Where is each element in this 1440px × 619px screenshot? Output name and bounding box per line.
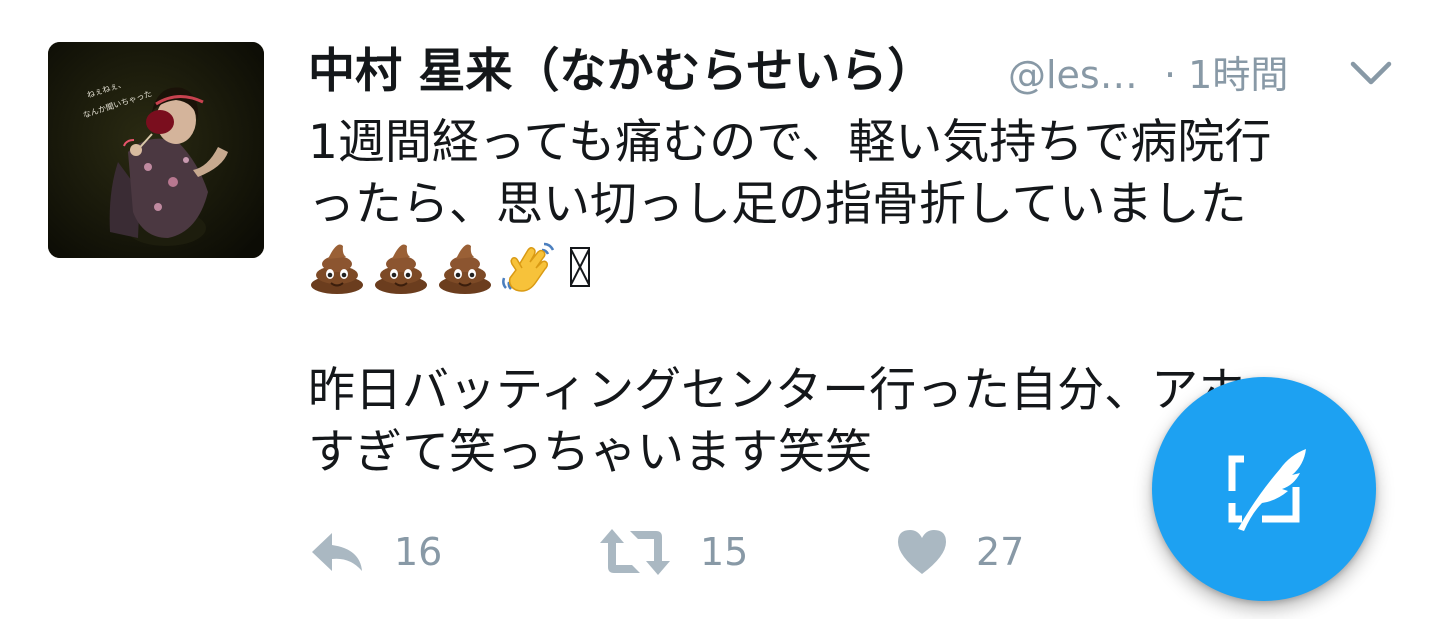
user-handle[interactable]: @les… <box>1008 50 1138 100</box>
pile-of-poo-icon <box>311 244 363 294</box>
pile-of-poo-icon <box>375 244 427 294</box>
compose-feather-icon <box>1228 449 1306 531</box>
tweet-header: 中村 星来（なかむらせいら） @les… · 1時間 <box>308 40 1418 110</box>
emoji-row <box>308 236 1388 298</box>
compose-tweet-button[interactable] <box>1152 377 1376 601</box>
tweet-actions: 16 15 27 <box>308 524 1208 580</box>
heart-icon <box>898 530 946 574</box>
reply-count: 16 <box>394 530 443 574</box>
display-name[interactable]: 中村 星来（なかむらせいら） <box>308 40 934 104</box>
missing-glyph-icon <box>570 247 590 287</box>
reply-icon <box>312 533 362 571</box>
like-count: 27 <box>976 530 1025 574</box>
tweet-text-line: 1週間経っても痛むので、軽い気持ちで病院行 <box>308 115 1272 170</box>
retweet-count: 15 <box>700 530 749 574</box>
avatar[interactable]: ねぇねぇ、 なんか聞いちゃった <box>48 42 264 258</box>
tweet-timestamp[interactable]: · 1時間 <box>1164 50 1288 100</box>
chevron-down-icon[interactable] <box>1348 58 1394 88</box>
retweet-button[interactable]: 15 <box>598 524 748 580</box>
waving-hand-icon <box>502 242 555 292</box>
pile-of-poo-icon <box>439 244 491 294</box>
tweet[interactable]: ねぇねぇ、 なんか聞いちゃった 中村 星来（なかむらせいら） @les… · 1… <box>0 0 1440 619</box>
tweet-text-line: ったら、思い切っし足の指骨折していました <box>308 177 1247 232</box>
reply-button[interactable]: 16 <box>308 524 442 580</box>
retweet-icon <box>600 529 670 575</box>
like-button[interactable]: 27 <box>896 524 1024 580</box>
